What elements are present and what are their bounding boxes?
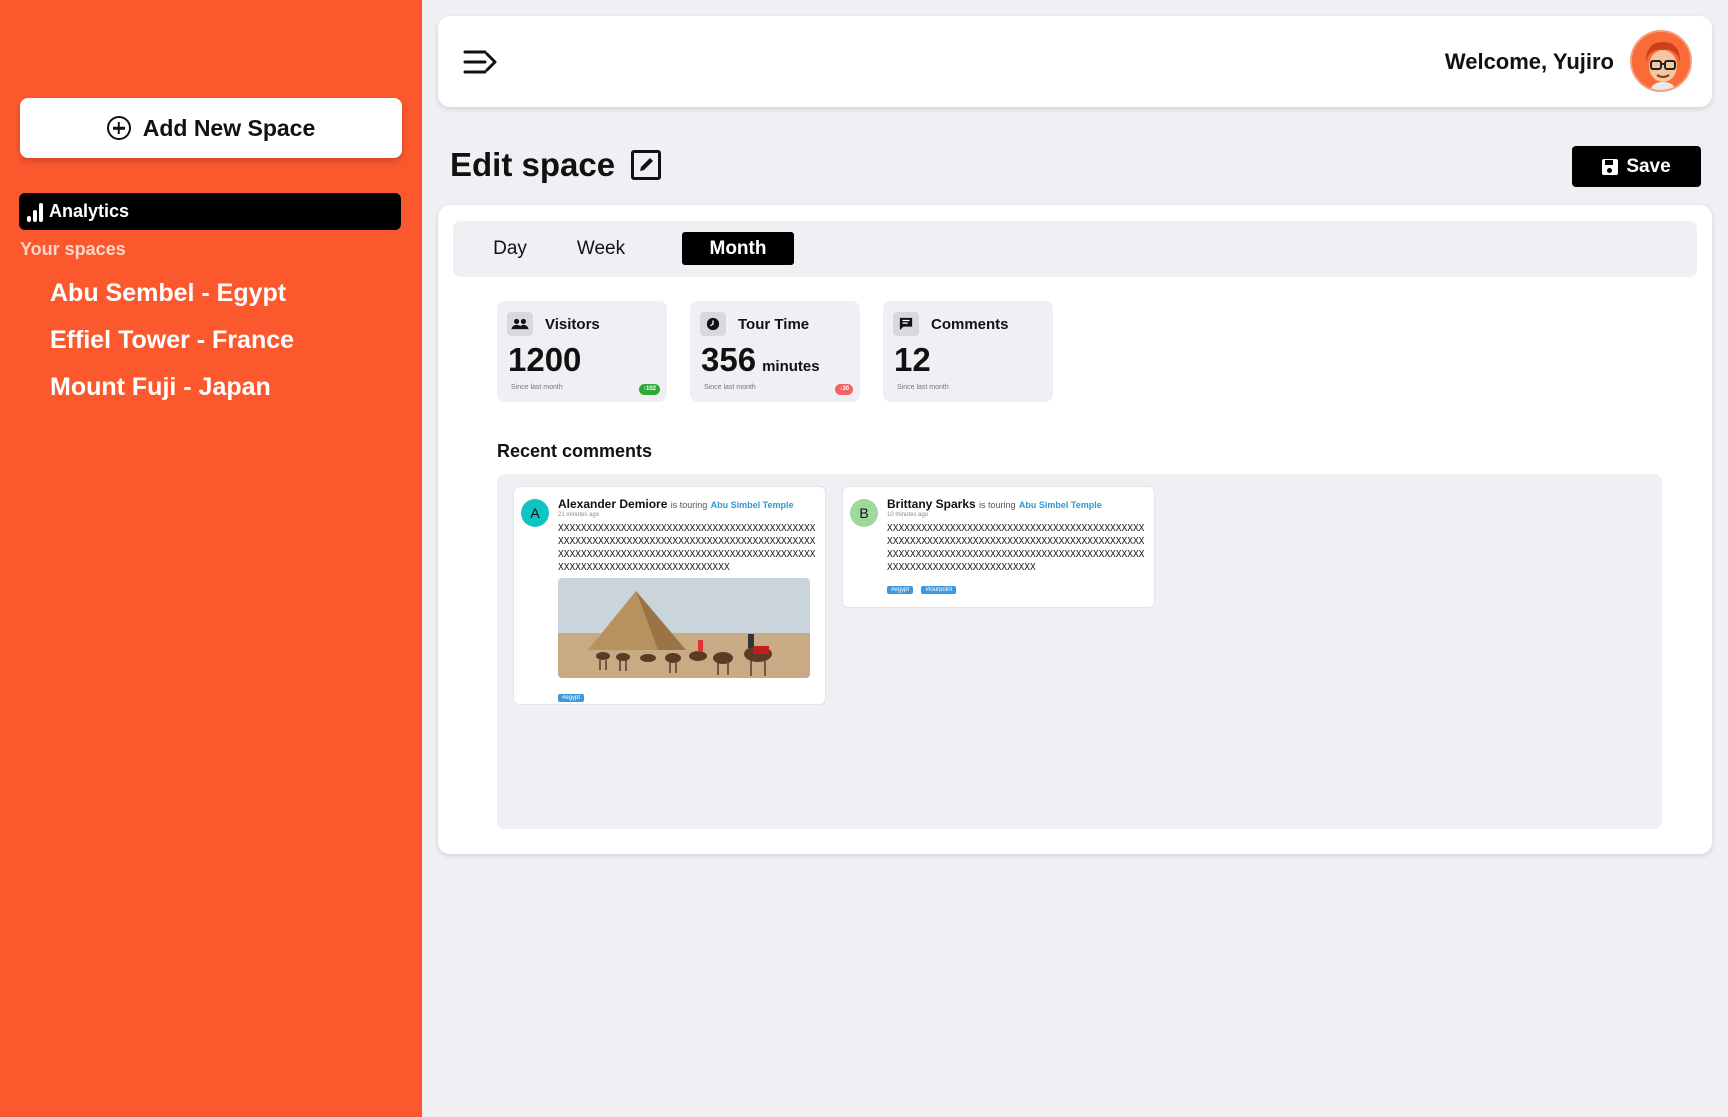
comment-body: XXXXXXXXXXXXXXXXXXXXXXXXXXXXXXXXXXXXXXXX… [558, 523, 816, 573]
touring-text: is touring [670, 500, 708, 510]
add-new-space-button[interactable]: Add New Space [20, 98, 402, 158]
stat-label: Visitors [545, 316, 600, 333]
avatar[interactable] [1630, 30, 1692, 92]
tag-list: #egypt #tourpoint [887, 578, 960, 596]
place-link[interactable]: Abu Simbel Temple [711, 500, 794, 510]
comment-header: Alexander Demiore is touring Abu Simbel … [558, 497, 793, 511]
tab-week[interactable]: Week [571, 232, 631, 265]
save-button[interactable]: Save [1572, 146, 1701, 187]
comment-time: 21 minutes ago [558, 512, 600, 518]
stat-card-visitors: Visitors 1200 Since last month ↑102 [497, 301, 667, 402]
stat-since: Since last month [897, 384, 949, 391]
stat-unit: minutes [762, 358, 820, 375]
comment-card: A Alexander Demiore is touring Abu Simbe… [513, 486, 826, 705]
edit-icon[interactable] [631, 150, 662, 180]
stat-since: Since last month [704, 384, 756, 391]
save-label: Save [1626, 155, 1671, 177]
tag[interactable]: #tourpoint [921, 586, 957, 594]
user-avatar-icon [1632, 32, 1690, 90]
place-link[interactable]: Abu Simbel Temple [1019, 500, 1102, 510]
commenter-name: Brittany Sparks [887, 497, 976, 511]
avatar: A [521, 499, 549, 527]
tag-list: #egypt [558, 686, 588, 704]
floppy-disk-icon [1602, 158, 1619, 175]
space-list: Abu Sembel - Egypt Effiel Tower - France… [50, 277, 294, 418]
comment-header: Brittany Sparks is touring Abu Simbel Te… [887, 497, 1102, 511]
tag[interactable]: #egypt [887, 586, 914, 594]
sidebar: Add New Space Analytics Your spaces Abu … [0, 0, 422, 1117]
add-circle-icon [106, 116, 131, 140]
sidebar-item-label: Analytics [49, 201, 130, 221]
tab-month[interactable]: Month [682, 232, 794, 265]
comments-area: A Alexander Demiore is touring Abu Simbe… [497, 474, 1662, 829]
comment-time: 10 minutes ago [887, 512, 929, 518]
recent-comments-heading: Recent comments [497, 441, 653, 461]
stat-since: Since last month [511, 384, 563, 391]
stat-value: 1200 [508, 341, 582, 378]
sidebar-item-space[interactable]: Effiel Tower - France [50, 324, 294, 371]
commenter-name: Alexander Demiore [558, 497, 668, 511]
page-title-text: Edit space [450, 146, 616, 183]
tab-day[interactable]: Day [485, 232, 535, 265]
clock-icon [700, 312, 726, 336]
group-icon [507, 312, 533, 336]
page-title: Edit space [450, 146, 662, 184]
touring-text: is touring [979, 500, 1016, 510]
comment-card: B Brittany Sparks is touring Abu Simbel … [842, 486, 1155, 608]
period-tabs: Day Week Month [453, 221, 1697, 277]
welcome-text: Welcome, Yujiro [1444, 49, 1614, 74]
your-spaces-heading: Your spaces [20, 239, 126, 259]
stat-value: 356 minutes [701, 341, 820, 378]
comment-icon [893, 312, 919, 336]
stat-card-comments: Comments 12 Since last month [883, 301, 1053, 402]
stat-delta-badge: ↓30 [835, 384, 853, 395]
comment-body: XXXXXXXXXXXXXXXXXXXXXXXXXXXXXXXXXXXXXXXX… [887, 523, 1145, 573]
top-bar: Welcome, Yujiro [438, 16, 1712, 107]
menu-collapse-icon[interactable] [463, 49, 499, 75]
sidebar-item-space[interactable]: Abu Sembel - Egypt [50, 277, 294, 324]
stat-card-tour-time: Tour Time 356 minutes Since last month ↓3… [690, 301, 860, 402]
stat-value: 12 [894, 341, 931, 378]
comment-photo[interactable] [558, 578, 810, 678]
add-new-space-label: Add New Space [142, 114, 316, 141]
sidebar-item-space[interactable]: Mount Fuji - Japan [50, 371, 294, 418]
stat-delta-badge: ↑102 [638, 384, 660, 395]
bar-chart-icon [27, 202, 43, 222]
stat-label: Comments [931, 316, 1009, 333]
tag[interactable]: #egypt [558, 694, 585, 702]
analytics-card: Day Week Month Visitors 1200 Since last … [438, 205, 1712, 854]
avatar: B [850, 499, 878, 527]
stat-label: Tour Time [738, 316, 810, 333]
sidebar-item-analytics[interactable]: Analytics [19, 193, 401, 230]
